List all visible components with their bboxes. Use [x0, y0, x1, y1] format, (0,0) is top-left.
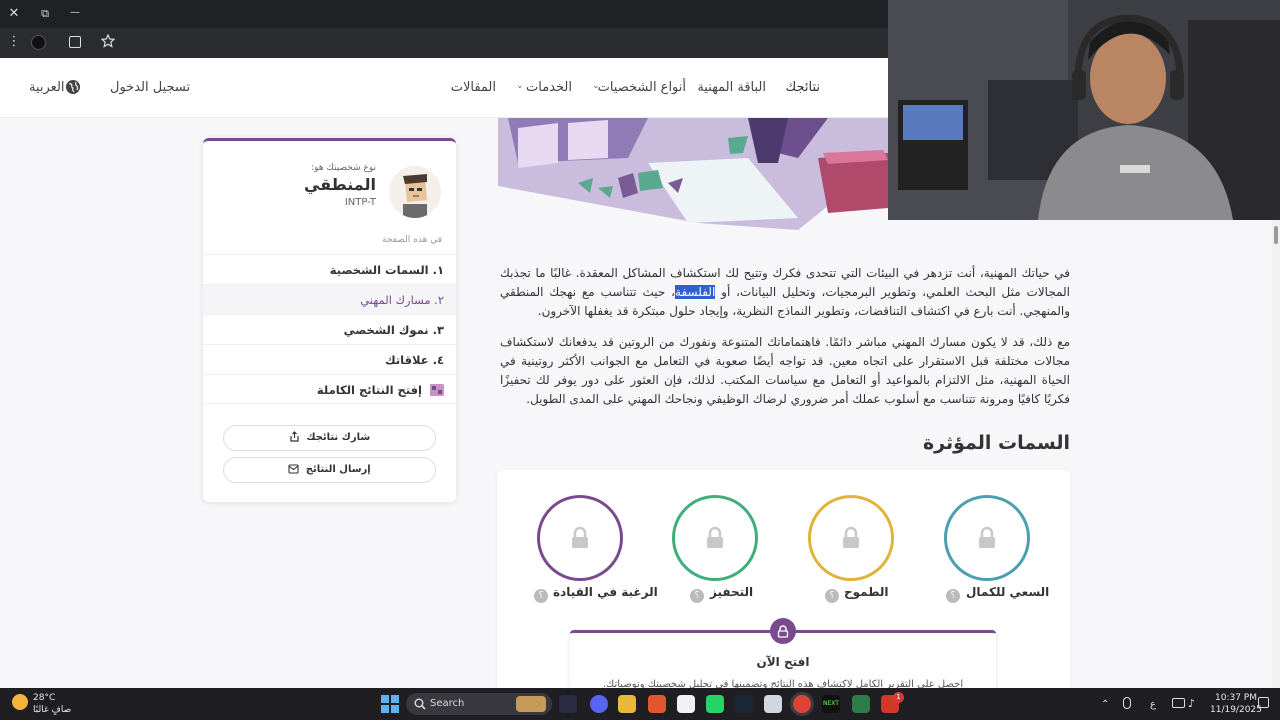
search-icon [414, 698, 426, 710]
bookmark-star-icon[interactable] [101, 34, 115, 48]
notification-badge: 1 [893, 692, 904, 703]
input-language[interactable]: ع [1150, 699, 1156, 710]
chevron-down-icon[interactable]: ⌄ [516, 81, 524, 91]
lock-icon [707, 527, 723, 548]
toc-item-growth[interactable]: ٣. نموك الشخصي [203, 314, 456, 344]
search-label: Search [430, 698, 465, 709]
email-icon [288, 464, 299, 474]
trait-label: التحفيز [710, 585, 754, 599]
lock-icon [777, 624, 789, 638]
windows-start-icon[interactable] [381, 695, 399, 713]
weather-temp[interactable]: 28°C [33, 693, 55, 703]
nav-services[interactable]: الخدمات [526, 80, 572, 95]
scrollbar-thumb[interactable] [1274, 226, 1278, 244]
store-icon[interactable] [677, 695, 695, 713]
restore-window-icon[interactable]: ⧉ [36, 7, 54, 21]
trait-ring-motivation[interactable] [672, 495, 758, 581]
site-header: نتائجك الباقة المهنية أنواع الشخصيات ⌄ ا… [0, 58, 888, 118]
volume-icon[interactable]: ♪ [1188, 697, 1195, 710]
site-favicon-icon [31, 35, 46, 50]
career-paragraph-1: في حياتك المهنية، أنت تزدهر في البيئات ا… [500, 264, 1070, 321]
notifications-icon[interactable] [1258, 697, 1269, 708]
page-scrollbar[interactable] [1272, 220, 1280, 688]
search-highlight-icon [516, 696, 546, 712]
toc-item-relationships[interactable]: ٤. علاقاتك [203, 344, 456, 374]
nav-articles[interactable]: المقالات [451, 80, 496, 95]
trait-label: الطموح [844, 585, 889, 599]
taskbar-search[interactable]: Search [406, 693, 552, 715]
trait-label: الرغبة في القيادة [553, 585, 658, 599]
nav-professional-package[interactable]: الباقة المهنية [697, 80, 766, 95]
file-explorer-icon[interactable] [618, 695, 636, 713]
unlock-results-icon [430, 384, 444, 396]
traits-heading: السمات المؤثرة [922, 432, 1070, 454]
help-icon[interactable]: ؟ [946, 589, 960, 603]
personality-type-code: INTP-T [344, 197, 376, 208]
taskbar [0, 688, 1280, 720]
hero-illustration [498, 118, 888, 233]
share-results-button[interactable]: شارك نتائجك [223, 425, 436, 451]
nav-results[interactable]: نتائجك [786, 80, 820, 95]
send-results-label: إرسال النتائج [305, 464, 371, 475]
share-icon [290, 431, 299, 442]
toc-item-traits[interactable]: ١. السمات الشخصية [203, 254, 456, 284]
login-link[interactable]: تسجيل الدخول [110, 80, 190, 95]
lock-icon [979, 527, 995, 548]
chevron-down-icon[interactable]: ⌄ [592, 81, 600, 91]
trait-ring-ambition[interactable] [808, 495, 894, 581]
help-icon[interactable]: ؟ [534, 589, 548, 603]
clock-date[interactable]: 11/19/2025 [1210, 705, 1262, 715]
steam-icon[interactable] [735, 695, 753, 713]
toc-item-career[interactable]: ٢. مسارك المهني [203, 284, 456, 314]
chevron-up-icon[interactable]: ⌃ [1101, 699, 1109, 710]
network-icon[interactable] [1172, 698, 1185, 708]
trait-label: السعي للكمال [966, 585, 1050, 599]
close-window-icon[interactable]: ✕ [5, 7, 23, 21]
help-icon[interactable]: ؟ [825, 589, 839, 603]
personality-type-name: المنطقي [303, 175, 376, 194]
share-results-label: شارك نتائجك [306, 432, 371, 443]
career-paragraph-2: مع ذلك، قد لا يكون مسارك المهني مباشر دا… [500, 335, 1070, 406]
extensions-icon[interactable] [69, 36, 81, 48]
minimize-window-icon[interactable]: — [66, 6, 84, 20]
trait-ring-leadership[interactable] [537, 495, 623, 581]
weather-desc[interactable]: صافٍ غالبًا [33, 705, 71, 715]
personality-type-label: نوع شخصيتك هو: [311, 163, 376, 173]
nav-personality-types[interactable]: أنواع الشخصيات [598, 80, 686, 95]
app-icon[interactable] [764, 695, 782, 713]
microphone-icon[interactable] [1123, 697, 1131, 709]
browser-menu-icon[interactable]: ⋮ [5, 35, 23, 49]
discord-icon[interactable] [590, 695, 608, 713]
xbox-icon[interactable] [852, 695, 870, 713]
unlock-badge [770, 618, 796, 644]
help-icon[interactable]: ؟ [690, 589, 704, 603]
whatsapp-icon[interactable] [706, 695, 724, 713]
app-icon[interactable] [559, 695, 577, 713]
trait-ring-perfectionism[interactable] [944, 495, 1030, 581]
language-label[interactable]: العربية [29, 80, 65, 95]
sidebar-card: نوع شخصيتك هو: المنطقي INTP-T في هذه الص… [203, 138, 456, 502]
selected-word: الفلسفة [675, 285, 716, 299]
chrome-icon[interactable] [793, 695, 811, 713]
avatar [389, 166, 441, 218]
send-results-button[interactable]: إرسال النتائج [223, 457, 436, 483]
unlock-title: افتح الآن [756, 655, 810, 669]
weather-icon[interactable] [12, 694, 28, 710]
toc-item-unlock[interactable]: إفتح النتائج الكاملة [203, 374, 456, 404]
lock-icon [572, 527, 588, 548]
brave-icon[interactable] [648, 695, 666, 713]
webcam-overlay [888, 0, 1280, 220]
on-this-page-label: في هذه الصفحة [382, 235, 442, 245]
next-app-icon[interactable]: NEXT [822, 695, 840, 713]
globe-icon[interactable] [65, 79, 81, 95]
lock-icon [843, 527, 859, 548]
clock-time[interactable]: 10:37 PM [1215, 693, 1257, 703]
